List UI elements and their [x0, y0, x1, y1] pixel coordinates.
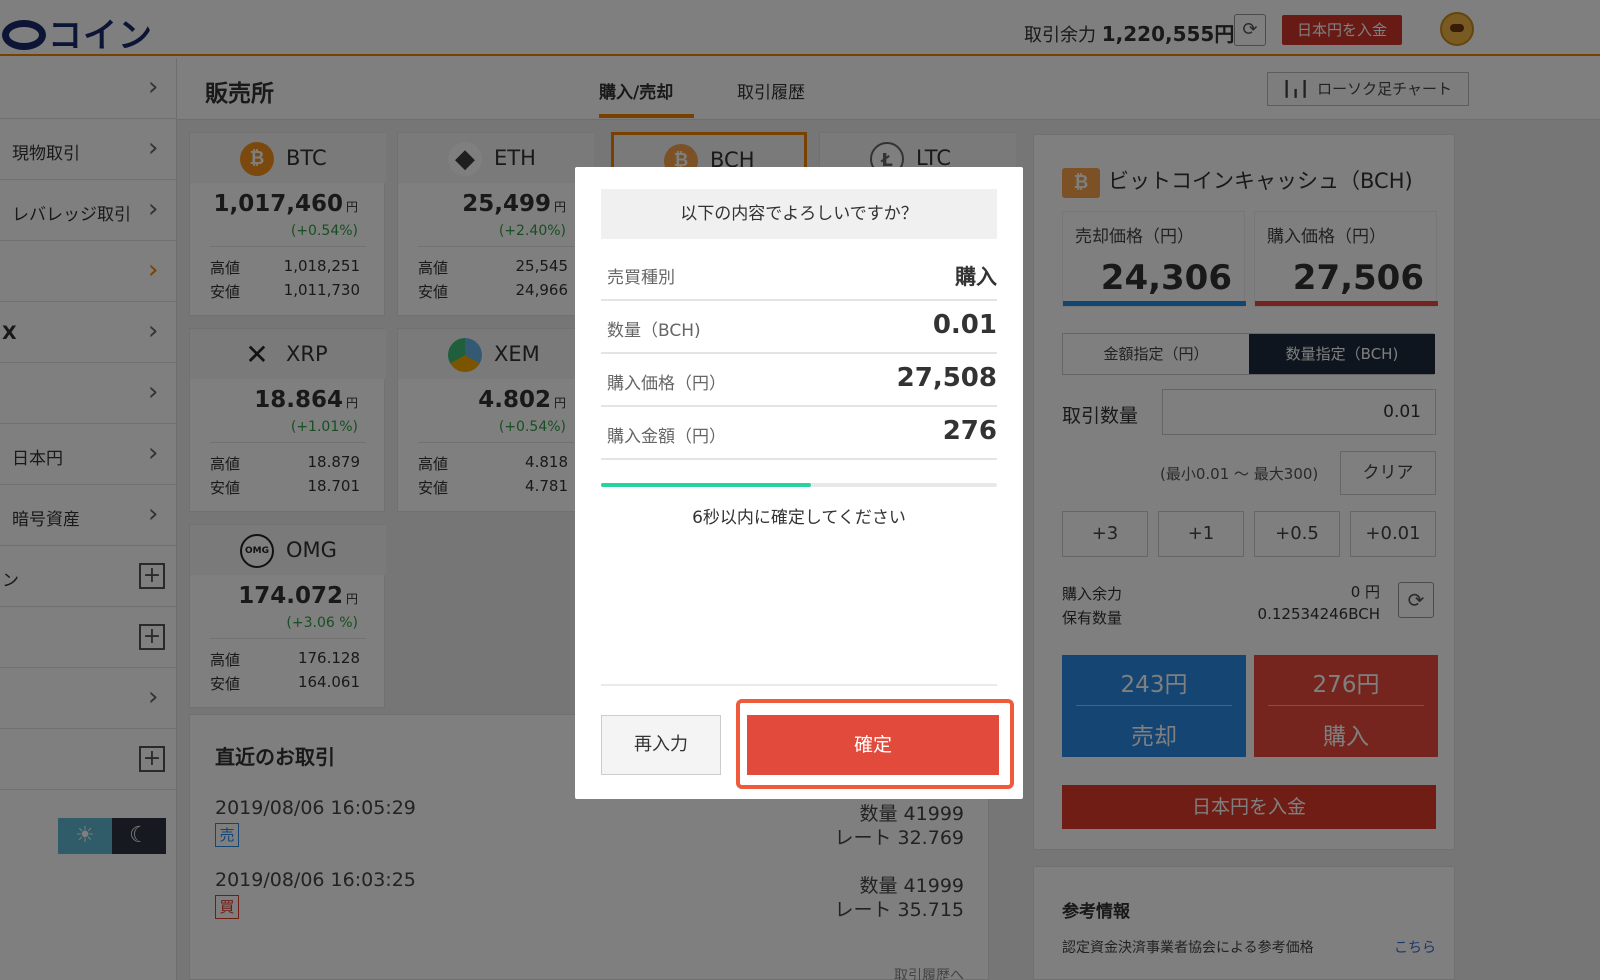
countdown-progress: [601, 483, 997, 487]
buy-amount-row: 購入金額（円） 276: [601, 406, 997, 460]
order-type-row: 売買種別 購入: [601, 247, 997, 301]
buy-price-value: 27,508: [896, 363, 997, 393]
countdown-text: 6秒以内に確定してください: [692, 508, 906, 528]
reenter-button[interactable]: 再入力: [601, 715, 721, 775]
buy-price-label: 購入価格（円）: [607, 374, 726, 394]
confirm-button[interactable]: 確定: [747, 715, 999, 775]
quantity-value: 0.01: [932, 310, 997, 340]
order-type-value: 購入: [955, 265, 997, 289]
quantity-label: 数量（BCH): [607, 321, 701, 341]
quantity-row: 数量（BCH) 0.01: [601, 300, 997, 354]
order-type-label: 売買種別: [607, 268, 675, 288]
confirm-order-dialog: 以下の内容でよろしいですか？ 売買種別 購入 数量（BCH) 0.01 購入価格…: [575, 167, 1023, 799]
buy-amount-label: 購入金額（円）: [607, 427, 726, 447]
buy-amount-value: 276: [942, 416, 997, 446]
confirm-question: 以下の内容でよろしいですか？: [601, 189, 997, 239]
buy-price-row: 購入価格（円） 27,508: [601, 353, 997, 407]
countdown-progress-fill: [601, 483, 811, 487]
divider: [601, 684, 997, 686]
